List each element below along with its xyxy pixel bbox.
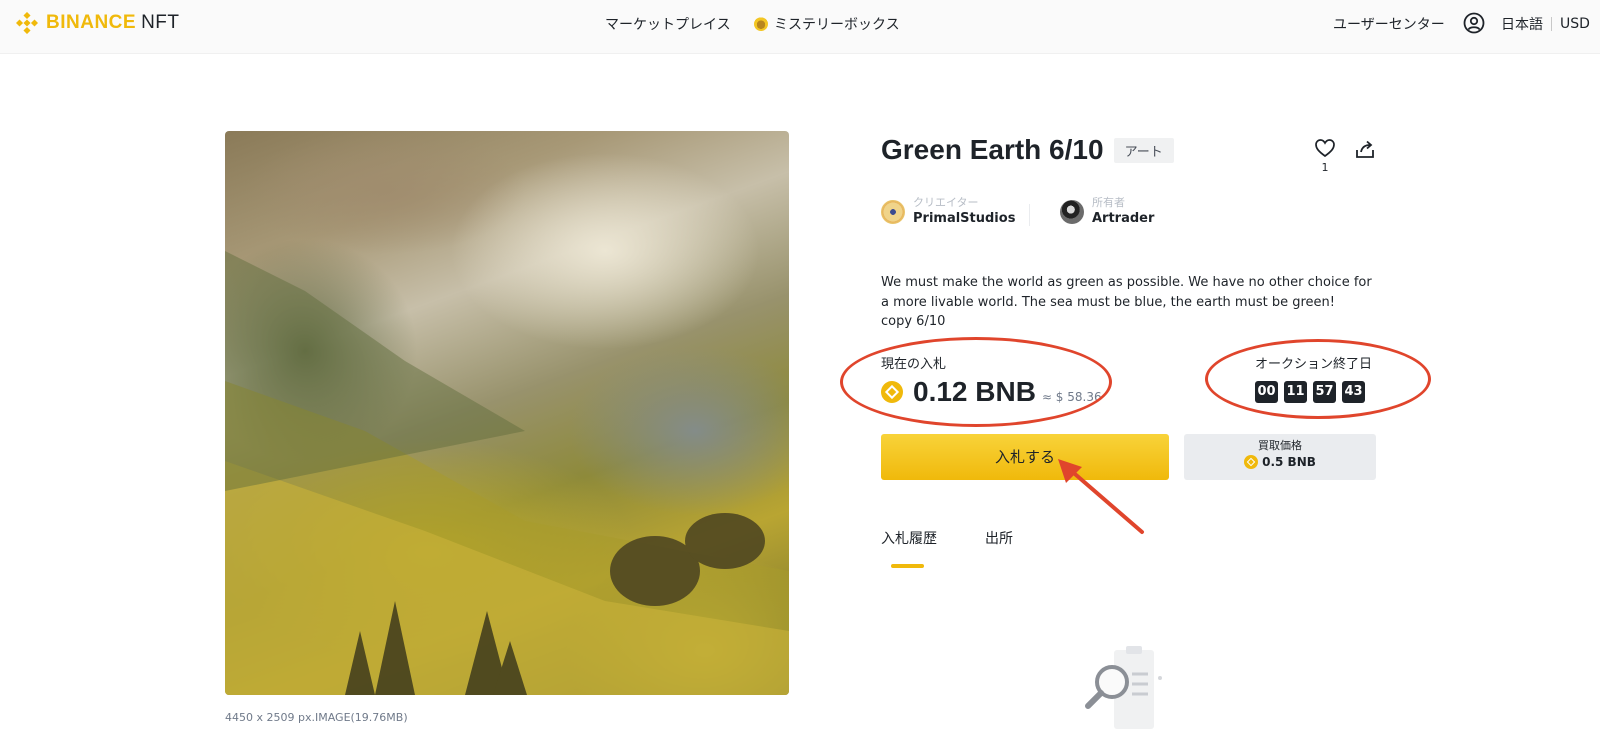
item-title: Green Earth 6/10 bbox=[881, 134, 1104, 165]
buyout-price-button[interactable]: 買取価格 0.5 BNB bbox=[1184, 434, 1376, 480]
creator-role-label: クリエイター bbox=[913, 196, 979, 209]
nav-user-center-label: ユーザーセンター bbox=[1333, 17, 1445, 33]
account-icon[interactable] bbox=[1463, 12, 1485, 34]
currency-select[interactable]: USD bbox=[1560, 16, 1590, 32]
nav-marketplace[interactable]: マーケットプレイス bbox=[605, 14, 731, 34]
nav-user-center[interactable]: ユーザーセンター bbox=[1333, 14, 1445, 34]
language-currency[interactable]: 日本語 USD bbox=[1501, 14, 1590, 34]
active-tab-indicator bbox=[891, 564, 924, 568]
divider bbox=[1551, 17, 1552, 31]
tab-bid-history[interactable]: 入札履歴 bbox=[881, 528, 937, 548]
mystery-box-icon bbox=[754, 17, 768, 31]
owner-avatar bbox=[1060, 200, 1084, 224]
nav-mystery-box-label: ミステリーボックス bbox=[774, 17, 900, 33]
bnb-coin-icon bbox=[1244, 455, 1259, 469]
binance-nft-logo[interactable]: BINANCE NFT bbox=[16, 12, 180, 34]
description-text: We must make the world as green as possi… bbox=[881, 275, 1372, 310]
buyout-label: 買取価格 bbox=[1258, 439, 1302, 452]
like-count: 1 bbox=[1321, 161, 1329, 174]
annotation-circle-bid bbox=[840, 337, 1112, 427]
copy-number: copy 6/10 bbox=[881, 314, 946, 329]
creator-name[interactable]: PrimalStudios bbox=[913, 210, 1015, 228]
owner-name[interactable]: Artrader bbox=[1092, 210, 1154, 228]
annotation-arrow bbox=[1058, 459, 1144, 534]
nft-artwork-image[interactable] bbox=[225, 131, 789, 695]
history-tabs: 入札履歴 出所 bbox=[881, 528, 1013, 548]
buyout-price: 0.5 BNB bbox=[1244, 455, 1316, 469]
tab-provenance[interactable]: 出所 bbox=[985, 528, 1013, 548]
divider bbox=[1029, 204, 1030, 226]
empty-state-search-icon bbox=[1085, 646, 1162, 729]
item-title-row: Green Earth 6/10 アート bbox=[881, 134, 1174, 166]
buyout-price-value: 0.5 BNB bbox=[1262, 455, 1316, 469]
nav-marketplace-label: マーケットプレイス bbox=[605, 17, 731, 33]
creator-info[interactable]: クリエイター PrimalStudios bbox=[881, 196, 1015, 228]
owner-role-label: 所有者 bbox=[1092, 196, 1125, 209]
item-description: We must make the world as green as possi… bbox=[881, 273, 1381, 332]
share-icon[interactable] bbox=[1354, 138, 1376, 160]
category-tag[interactable]: アート bbox=[1113, 137, 1174, 163]
binance-logo-icon bbox=[16, 12, 38, 34]
artwork-landscape bbox=[225, 251, 789, 695]
annotation-circle-timer bbox=[1205, 339, 1431, 419]
image-metadata: 4450 x 2509 px.IMAGE(19.76MB) bbox=[225, 711, 408, 724]
heart-icon bbox=[1315, 139, 1335, 158]
top-nav-bar: BINANCE NFT マーケットプレイス ミステリーボックス ユーザーセンター … bbox=[0, 0, 1600, 54]
language-select[interactable]: 日本語 bbox=[1501, 14, 1543, 34]
nav-mystery-box[interactable]: ミステリーボックス bbox=[754, 14, 900, 34]
creator-avatar bbox=[881, 200, 905, 224]
like-button[interactable]: 1 bbox=[1314, 138, 1336, 174]
owner-info[interactable]: 所有者 Artrader bbox=[1060, 196, 1154, 228]
logo-text: BINANCE NFT bbox=[46, 12, 180, 33]
